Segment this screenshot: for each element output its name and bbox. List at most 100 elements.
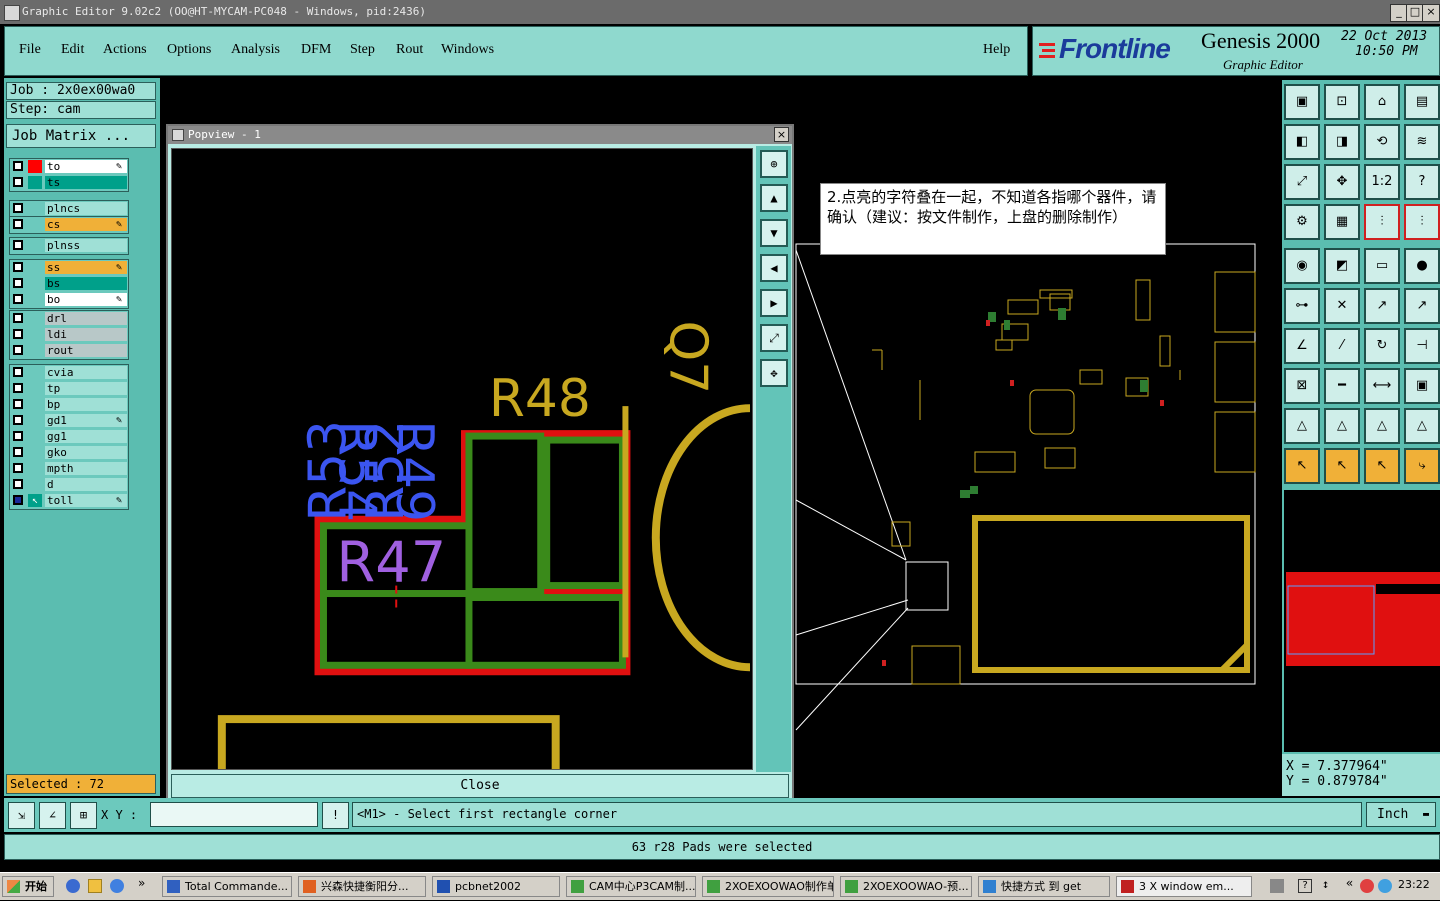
xy-input[interactable] — [150, 802, 318, 827]
layer-row-bo[interactable]: bo ✎ — [10, 292, 130, 307]
layer-row-d[interactable]: d — [10, 477, 130, 492]
layer-row-to[interactable]: to ✎ — [10, 159, 130, 174]
layer-row-bp[interactable]: bp — [10, 397, 130, 412]
tray-app-icon[interactable] — [1360, 879, 1374, 893]
menu-rout[interactable]: Rout — [396, 42, 423, 58]
tray-expand-icon[interactable]: « — [1346, 876, 1353, 890]
layer-checkbox[interactable] — [13, 463, 23, 473]
layer-a-icon[interactable]: ⫶ — [1364, 204, 1400, 240]
pointer-circle-icon[interactable]: ↖ — [1364, 448, 1400, 484]
layer-checkbox[interactable] — [13, 240, 23, 250]
connect-icon[interactable]: ⊶ — [1284, 288, 1320, 324]
layer-row-ldi[interactable]: ldi — [10, 327, 130, 342]
scale-icon[interactable]: 1:2 — [1364, 164, 1400, 200]
menu-edit[interactable]: Edit — [61, 42, 84, 58]
arrow-ne-icon[interactable]: ↗ — [1364, 288, 1400, 324]
menu-help[interactable]: Help — [983, 42, 1010, 58]
layer-row-gg1[interactable]: gg1 — [10, 429, 130, 444]
layer-row-drl[interactable]: drl — [10, 311, 130, 326]
slash-icon[interactable]: ⁄ — [1324, 328, 1360, 364]
snap-icon[interactable]: ⇲ — [8, 802, 35, 829]
taskbar-item[interactable]: Total Commande... — [162, 876, 292, 897]
layer-row-tp[interactable]: tp — [10, 381, 130, 396]
layer-checkbox[interactable] — [13, 203, 23, 213]
layer-checkbox[interactable] — [13, 345, 23, 355]
fit-screen-icon[interactable]: ⤢ — [1284, 164, 1320, 200]
center-icon[interactable]: ✥ — [760, 359, 788, 387]
taskbar-item[interactable]: 2XOEXOOWAO-预... — [840, 876, 972, 897]
close-window-button[interactable]: × — [1422, 4, 1440, 22]
layer-checkbox[interactable] — [13, 329, 23, 339]
layer-b-icon[interactable]: ⫶ — [1404, 204, 1440, 240]
triangle-a-icon[interactable]: △ — [1284, 408, 1320, 444]
grid-view-icon[interactable]: ▦ — [1324, 204, 1360, 240]
rotate-icon[interactable]: ↻ — [1364, 328, 1400, 364]
layer-checkbox[interactable] — [13, 219, 23, 229]
popview-close-icon[interactable]: × — [774, 127, 789, 142]
network-icon[interactable] — [1378, 879, 1392, 893]
taskbar-item[interactable]: 快捷方式 到 get — [978, 876, 1110, 897]
layer-checkbox[interactable] — [13, 278, 23, 288]
layer-checkbox[interactable] — [13, 383, 23, 393]
ruler-icon[interactable]: ▭ — [1364, 248, 1400, 284]
job-matrix-button[interactable]: Job Matrix ... — [6, 124, 156, 148]
taskbar-item[interactable]: 兴森快捷衡阳分... — [298, 876, 426, 897]
taskbar-item[interactable]: pcbnet2002 — [432, 876, 560, 897]
popview-close-button[interactable]: Close — [171, 774, 789, 798]
menu-actions[interactable]: Actions — [103, 42, 147, 58]
measure-dist-icon[interactable]: ⟷ — [1364, 368, 1400, 404]
layer-checkbox[interactable] — [13, 431, 23, 441]
pad-select-icon[interactable]: ⊠ — [1284, 368, 1320, 404]
pan-right-icon[interactable]: ◨ — [1324, 124, 1360, 160]
layer-checkbox[interactable] — [13, 447, 23, 457]
taskbar-item[interactable]: 2XOEXOOWAO制作单 — [702, 876, 834, 897]
zoom-window-icon[interactable]: ⌂ — [1364, 84, 1400, 120]
center-icon[interactable]: ✥ — [1324, 164, 1360, 200]
zoom-in-icon[interactable]: ⊕ — [760, 150, 788, 178]
select-feature-icon[interactable]: ◉ — [1284, 248, 1320, 284]
layer-row-cvia[interactable]: cvia — [10, 365, 130, 380]
layer-row-plnss[interactable]: plnss — [10, 238, 130, 253]
layer-checkbox[interactable] — [13, 415, 23, 425]
arrow-ne-red-icon[interactable]: ↗ — [1404, 288, 1440, 324]
line-select-icon[interactable]: ━ — [1324, 368, 1360, 404]
layer-checkbox[interactable] — [13, 177, 23, 187]
menu-options[interactable]: Options — [167, 42, 211, 58]
layer-checkbox[interactable] — [13, 294, 23, 304]
taskbar-item[interactable]: 3 X window em... — [1116, 876, 1252, 897]
pan-down-icon[interactable]: ▼ — [760, 219, 788, 247]
triangle-d-icon[interactable]: △ — [1404, 408, 1440, 444]
menu-analysis[interactable]: Analysis — [231, 42, 280, 58]
zoom-fit-icon[interactable]: ▤ — [1404, 84, 1440, 120]
pointer-icon[interactable]: ↖ — [1284, 448, 1320, 484]
layer-checkbox[interactable] — [13, 367, 23, 377]
pan-right-icon[interactable]: ▶ — [760, 289, 788, 317]
triangle-b-icon[interactable]: △ — [1324, 408, 1360, 444]
layer-row-gd1[interactable]: gd1 ✎ — [10, 413, 130, 428]
units-selector[interactable]: Inch ▬ — [1366, 802, 1436, 827]
layer-row-cs[interactable]: cs ✎ — [10, 217, 130, 232]
route-icon[interactable]: ⤷ — [1404, 448, 1440, 484]
redraw-icon[interactable]: ≋ — [1404, 124, 1440, 160]
triangle-c-icon[interactable]: △ — [1364, 408, 1400, 444]
select-shape-icon[interactable]: ◩ — [1324, 248, 1360, 284]
fill-shape-icon[interactable]: ● — [1404, 248, 1440, 284]
grid-icon[interactable]: ⊞ — [70, 802, 97, 829]
overview-map[interactable] — [1284, 490, 1440, 752]
measure-icon[interactable]: ∠ — [39, 802, 66, 829]
zoom-home-icon[interactable]: ▣ — [1284, 84, 1320, 120]
help-icon[interactable]: ? — [1298, 879, 1312, 893]
popview-canvas[interactable]: R48 R47 Q7 R54 R49 R53 R52 — [171, 148, 753, 770]
layer-row-mpth[interactable]: mpth — [10, 461, 130, 476]
copy-pad-icon[interactable]: ▣ — [1404, 368, 1440, 404]
layer-checkbox[interactable] — [13, 161, 23, 171]
undo-view-icon[interactable]: ⟲ — [1364, 124, 1400, 160]
keyboard-icon[interactable] — [1270, 879, 1284, 893]
zoom-prev-icon[interactable]: ⊡ — [1324, 84, 1360, 120]
layer-row-bs[interactable]: bs — [10, 276, 130, 291]
menu-file[interactable]: File — [19, 42, 41, 58]
menu-dfm[interactable]: DFM — [301, 42, 331, 58]
taskbar-item[interactable]: CAM中心P3CAM制... — [566, 876, 696, 897]
warning-icon[interactable]: ! — [322, 802, 349, 829]
align-icon[interactable]: ⊣ — [1404, 328, 1440, 364]
